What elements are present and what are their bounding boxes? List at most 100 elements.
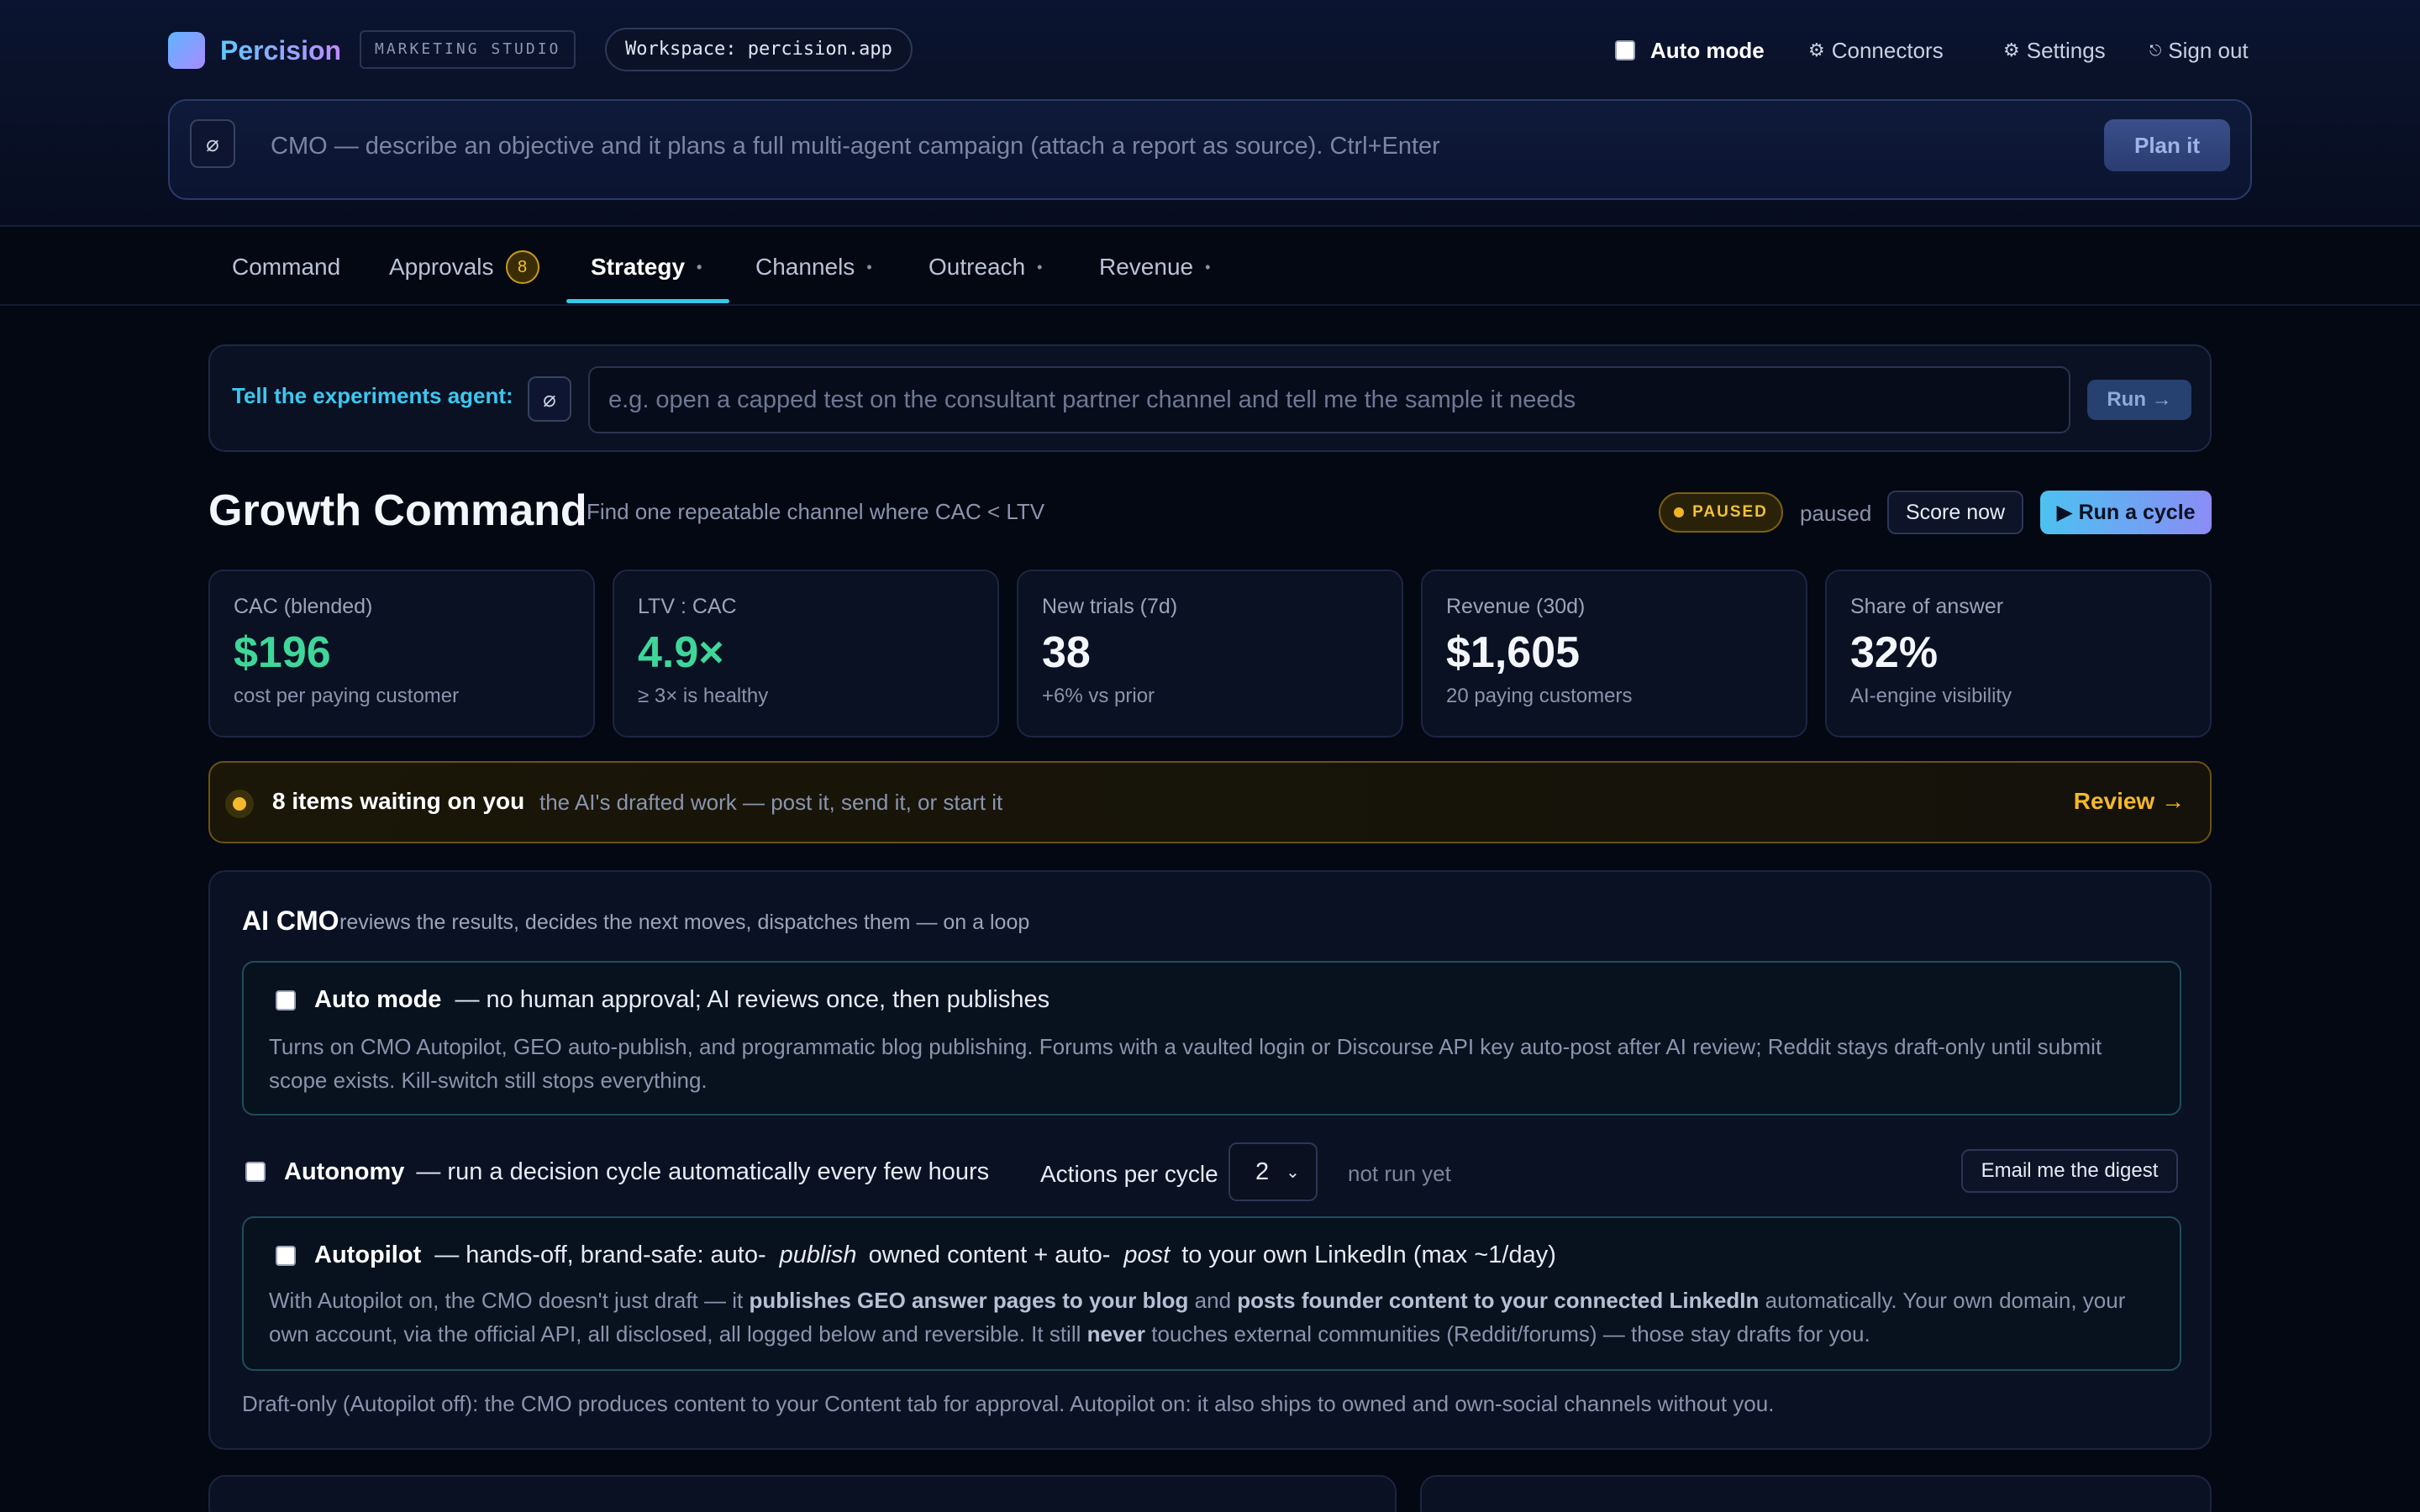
tab-revenue-label: Revenue — [1099, 254, 1194, 280]
kpi-card-new-trials: New trials (7d) 38 +6% vs prior — [1017, 570, 1403, 738]
kpi-hint: AI-engine visibility — [1850, 685, 2012, 707]
signout-label: Sign out — [2168, 37, 2249, 63]
tab-outreach[interactable]: Outreach • — [929, 250, 1042, 284]
kpi-card-cac: CAC (blended) $196 cost per paying custo… — [208, 570, 595, 738]
kpi-hint: 20 paying customers — [1446, 685, 1633, 707]
ai-cmo-title: AI CMO — [242, 906, 339, 936]
kpi-label: New trials (7d) — [1042, 595, 1178, 618]
agent-run-button[interactable]: Run → — [2087, 380, 2191, 420]
autonomy-checkbox[interactable] — [245, 1162, 266, 1182]
tab-revenue-dot: • — [1205, 258, 1211, 276]
kpi-value: $196 — [234, 628, 331, 677]
top-header: Percision MARKETING STUDIO Workspace: pe… — [0, 0, 2420, 227]
auto-mode-desc-line2: scope exists. Kill-switch still stops ev… — [269, 1068, 708, 1093]
kpi-value: 4.9× — [638, 628, 724, 677]
run-cycle-button[interactable]: ▶ Run a cycle — [2040, 491, 2212, 534]
brand-name: Percision — [220, 32, 341, 69]
score-now-button[interactable]: Score now — [1887, 491, 2023, 534]
status-text: paused — [1800, 501, 1872, 526]
connectors-link[interactable]: ⚙ Connectors — [1808, 30, 1944, 71]
kpi-value: 32% — [1850, 628, 1939, 677]
page-subtitle: Find one repeatable channel where CAC < … — [587, 499, 1045, 524]
tab-strategy-dot: • — [697, 258, 702, 276]
tab-strategy-label: Strategy — [591, 254, 686, 280]
auto-mode-option-row[interactable]: Auto mode — no human approval; AI review… — [276, 986, 1050, 1014]
tab-channels-dot: • — [866, 258, 872, 276]
kpi-hint: +6% vs prior — [1042, 685, 1155, 707]
connectors-label: Connectors — [1831, 37, 1944, 63]
settings-label: Settings — [2026, 37, 2106, 63]
autopilot-tail-d: post — [1123, 1242, 1171, 1268]
signout-icon: ⎋ — [2149, 41, 2162, 59]
autonomy-row: Autonomy — run a decision cycle automati… — [245, 1142, 2178, 1201]
autopilot-label: Autopilot — [314, 1242, 422, 1268]
tab-command[interactable]: Command — [232, 250, 340, 284]
waiting-subtext: the AI's drafted work — post it, send it… — [539, 790, 1003, 815]
attach-paperclip-icon[interactable]: ⌀ — [190, 119, 235, 168]
kpi-label: Share of answer — [1850, 595, 2004, 618]
experiments-agent-label: Tell the experiments agent: — [232, 383, 513, 408]
experiments-agent-input[interactable]: e.g. open a capped test on the consultan… — [588, 366, 2070, 433]
auto-mode-desc-line1: Turns on CMO Autopilot, GEO auto-publish… — [269, 1034, 2102, 1059]
autopilot-option-box: Autopilot — hands-off, brand-safe: auto-… — [242, 1216, 2181, 1371]
main-tabs: Command Approvals 8 Strategy • Channels … — [0, 228, 2420, 306]
review-link[interactable]: Review → — [2074, 788, 2185, 815]
agent-attach-paperclip-icon[interactable]: ⌀ — [528, 376, 571, 422]
kpi-card-revenue: Revenue (30d) $1,605 20 paying customers — [1421, 570, 1807, 738]
kpi-value: 38 — [1042, 628, 1091, 677]
kpi-label: LTV : CAC — [638, 595, 737, 618]
autonomy-toggle[interactable]: Autonomy — run a decision cycle automati… — [245, 1151, 989, 1193]
draft-only-note: Draft-only (Autopilot off): the CMO prod… — [242, 1391, 1775, 1416]
status-dot-icon — [1674, 507, 1685, 517]
actions-per-cycle-label: Actions per cycle — [1040, 1161, 1218, 1187]
auto-mode-toggle[interactable]: Auto mode — [1615, 30, 1765, 71]
auto-mode-option-checkbox[interactable] — [276, 990, 296, 1011]
page-title: Growth Command — [208, 486, 587, 535]
brand-logo-icon — [168, 32, 205, 69]
cmo-command-input[interactable]: CMO — describe an objective and it plans… — [271, 133, 1440, 160]
autopilot-desc-line1: With Autopilot on, the CMO doesn't just … — [269, 1288, 2126, 1313]
status-badge: PAUSED — [1659, 492, 1783, 533]
auto-mode-checkbox[interactable] — [1615, 40, 1635, 60]
actions-per-cycle-value: 2 — [1255, 1158, 1270, 1185]
waiting-dot-icon — [225, 790, 254, 818]
kpi-label: CAC (blended) — [234, 595, 373, 618]
kpi-label: Revenue (30d) — [1446, 595, 1586, 618]
signout-link[interactable]: ⎋ Sign out — [2149, 30, 2249, 71]
autonomy-status: not run yet — [1348, 1161, 1451, 1186]
autopilot-tail-a: — hands-off, brand-safe: auto- — [434, 1242, 766, 1268]
tab-strategy[interactable]: Strategy • — [591, 250, 702, 284]
kpi-card-share-of-answer: Share of answer 32% AI-engine visibility — [1825, 570, 2212, 738]
auto-mode-option-tail: — no human approval; AI reviews once, th… — [455, 986, 1050, 1013]
chevron-down-icon: ⌄ — [1286, 1163, 1300, 1182]
kpi-hint: ≥ 3× is healthy — [638, 685, 769, 707]
bottom-left-card — [208, 1475, 1397, 1512]
auto-mode-option-label: Auto mode — [314, 986, 442, 1013]
status-badge-label: PAUSED — [1692, 503, 1768, 521]
connectors-gear-icon: ⚙ — [1808, 39, 1825, 60]
ai-cmo-panel: AI CMO reviews the results, decides the … — [208, 870, 2212, 1450]
auto-mode-label: Auto mode — [1650, 37, 1765, 63]
settings-link[interactable]: ⚙ Settings — [2003, 30, 2106, 71]
tab-revenue[interactable]: Revenue • — [1099, 250, 1210, 284]
actions-per-cycle-select[interactable]: 2 ⌄ — [1228, 1142, 1318, 1201]
approvals-count-badge: 8 — [505, 250, 539, 284]
tab-channels[interactable]: Channels • — [755, 250, 872, 284]
tab-approvals[interactable]: Approvals 8 — [389, 250, 539, 284]
email-digest-button[interactable]: Email me the digest — [1961, 1149, 2178, 1193]
plan-it-button[interactable]: Plan it — [2104, 119, 2230, 171]
approvals-waiting-banner[interactable]: 8 items waiting on you the AI's drafted … — [208, 761, 2212, 843]
experiments-agent-box: Tell the experiments agent: ⌀ e.g. open … — [208, 344, 2212, 452]
autopilot-tail-c: owned content + auto- — [868, 1242, 1111, 1268]
autopilot-checkbox[interactable] — [276, 1245, 296, 1266]
kpi-value: $1,605 — [1446, 628, 1581, 677]
tab-channels-label: Channels — [755, 254, 855, 280]
bottom-right-card — [1420, 1475, 2212, 1512]
cmo-command-bar: ⌀ CMO — describe an objective and it pla… — [168, 99, 2252, 200]
ai-cmo-subtitle: reviews the results, decides the next mo… — [339, 911, 1030, 934]
tab-outreach-label: Outreach — [929, 254, 1026, 280]
autopilot-option-row[interactable]: Autopilot — hands-off, brand-safe: auto-… — [276, 1242, 1556, 1269]
workspace-pill[interactable]: Workspace: percision.app — [605, 28, 913, 71]
tab-approvals-label: Approvals — [389, 254, 494, 280]
autopilot-desc-line2: own account, via the official API, all d… — [269, 1321, 1870, 1347]
